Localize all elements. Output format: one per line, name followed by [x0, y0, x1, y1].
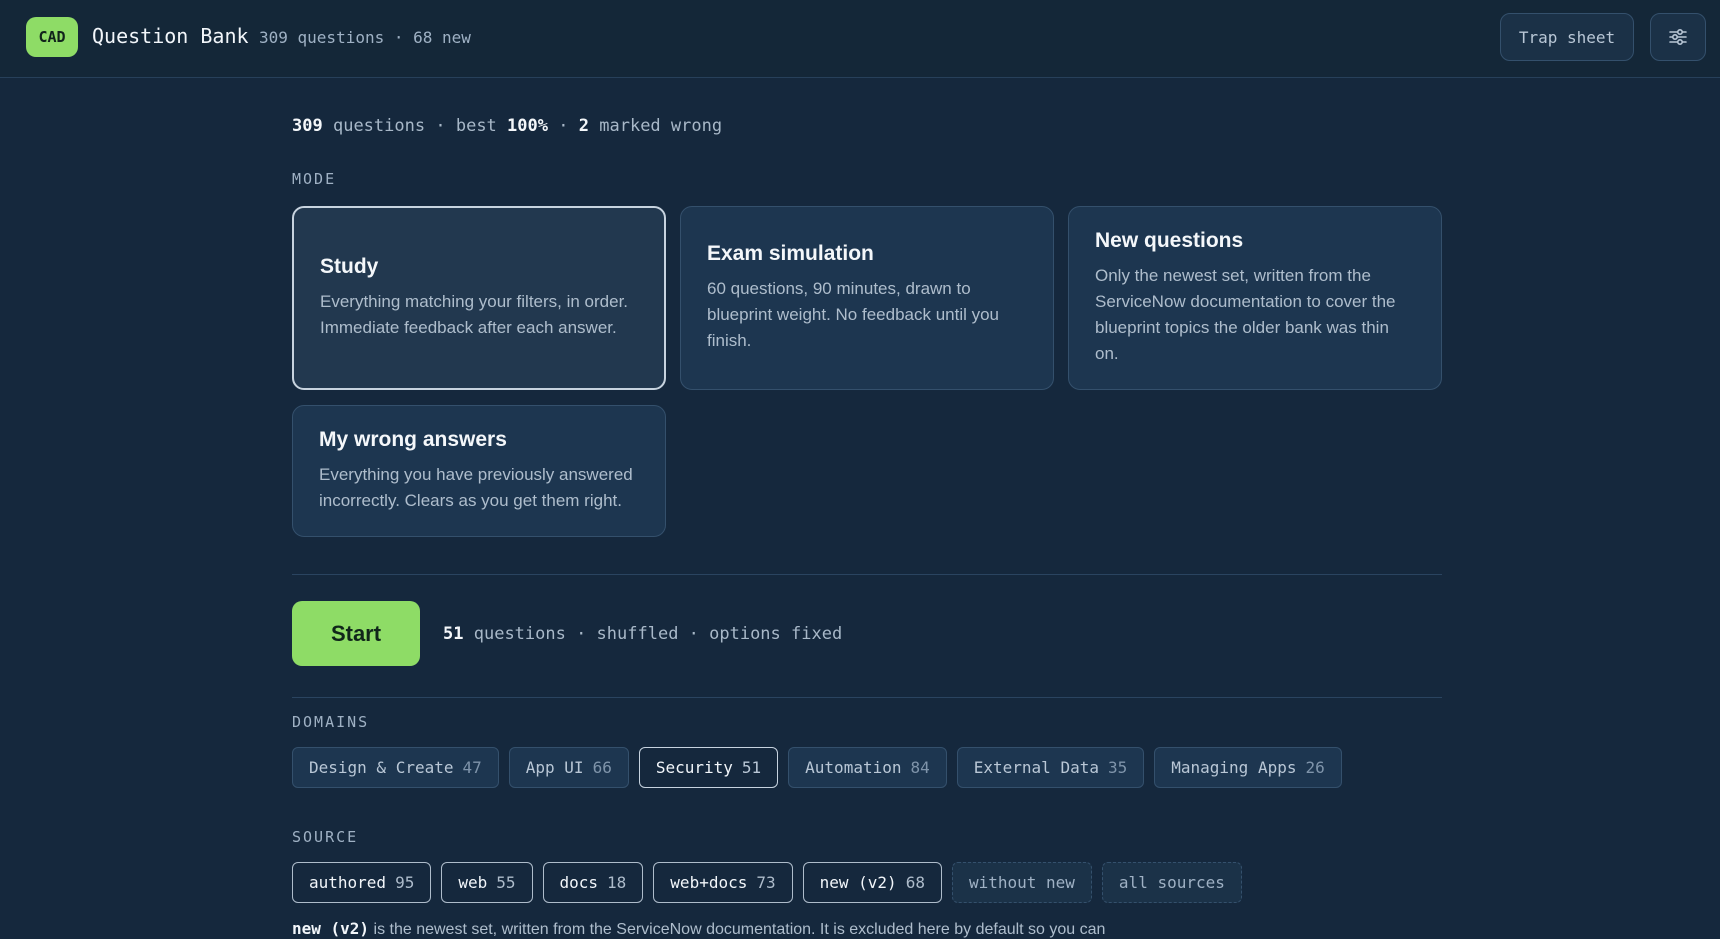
trap-sheet-button[interactable]: Trap sheet — [1500, 13, 1634, 61]
source-note-text: is the newest set, written from the Serv… — [369, 921, 1106, 938]
mode-card-new-questions[interactable]: New questions Only the newest set, writt… — [1068, 206, 1442, 390]
chip-count: 35 — [1107, 758, 1128, 777]
app-subtitle: 309 questions · 68 new — [259, 28, 471, 47]
start-button[interactable]: Start — [292, 601, 420, 666]
chip-label: Security — [655, 758, 733, 777]
chip-count: 95 — [395, 873, 415, 892]
chip-label: web+docs — [670, 873, 748, 892]
source-note: new (v2) is the newest set, written from… — [292, 919, 1105, 939]
chip-count: 55 — [496, 873, 516, 892]
mode-card-title: My wrong answers — [319, 428, 507, 451]
chip-count: 73 — [756, 873, 776, 892]
chip-count: 51 — [741, 758, 762, 777]
sliders-icon — [1669, 28, 1687, 46]
domain-chip-managing-apps[interactable]: Managing Apps 26 — [1154, 747, 1342, 788]
divider — [292, 697, 1442, 698]
domain-chip-design-create[interactable]: Design & Create 47 — [292, 747, 499, 788]
divider — [292, 574, 1442, 575]
chip-label: web — [458, 873, 488, 892]
chip-count: 18 — [607, 873, 627, 892]
source-chip-all-sources[interactable]: all sources — [1101, 862, 1242, 903]
chip-label: Automation — [805, 758, 902, 777]
mode-card-exam-simulation[interactable]: Exam simulation 60 questions, 90 minutes… — [680, 206, 1054, 390]
source-note-bold: new (v2) — [292, 919, 370, 938]
chip-label: authored — [309, 873, 387, 892]
chip-label: Design & Create — [309, 758, 454, 777]
stats-wrong-count: 2 — [578, 116, 589, 136]
stats-questions-label: questions — [332, 116, 426, 136]
mode-card-title: New questions — [1095, 229, 1244, 252]
chip-label: docs — [559, 873, 599, 892]
mode-label: MODE — [292, 170, 337, 188]
stats-best-value: 100% — [507, 116, 548, 136]
settings-button[interactable] — [1650, 13, 1706, 61]
source-chip-web-docs[interactable]: web+docs 73 — [653, 862, 793, 903]
chip-label: App UI — [525, 758, 584, 777]
chip-count: 66 — [592, 758, 612, 777]
source-chips: authored 95 web 55 docs 18 web+docs 73 n… — [292, 862, 1242, 903]
source-label: SOURCE — [292, 828, 359, 846]
mode-card-study[interactable]: Study Everything matching your filters, … — [292, 206, 666, 390]
stats-best-label: best — [455, 116, 497, 136]
chip-label: new (v2) — [819, 873, 897, 892]
mode-card-title: Exam simulation — [707, 242, 874, 265]
domain-chips: Design & Create 47 App UI 66 Security 51… — [292, 747, 1342, 788]
domain-chip-external-data[interactable]: External Data 35 — [956, 747, 1145, 788]
stats-questions-count: 309 — [292, 116, 323, 136]
source-chip-docs[interactable]: docs 18 — [542, 862, 644, 903]
chip-label: Managing Apps — [1171, 758, 1297, 777]
chip-count: 68 — [905, 873, 925, 892]
chip-count: 84 — [910, 758, 930, 777]
mode-card-title: Study — [320, 255, 379, 278]
source-chip-without-new[interactable]: without new — [951, 862, 1092, 903]
app-logo: CAD — [26, 17, 78, 57]
chip-label: External Data — [973, 758, 1099, 777]
stats-separator: · — [435, 116, 446, 136]
domains-label: DOMAINS — [292, 713, 370, 731]
mode-card-desc: 60 questions, 90 minutes, drawn to bluep… — [707, 279, 1000, 350]
domain-chip-automation[interactable]: Automation 84 — [788, 747, 947, 788]
source-chip-new-v2[interactable]: new (v2) 68 — [802, 862, 942, 903]
domain-chip-app-ui[interactable]: App UI 66 — [508, 747, 629, 788]
source-chip-web[interactable]: web 55 — [441, 862, 533, 903]
start-info: 51 questions · shuffled · options fixed — [443, 624, 842, 644]
start-count: 51 — [443, 624, 464, 644]
mode-card-desc: Only the newest set, written from the Se… — [1095, 266, 1396, 363]
mode-card-desc: Everything matching your filters, in ord… — [320, 292, 629, 337]
source-chip-authored[interactable]: authored 95 — [292, 862, 432, 903]
mode-card-wrong-answers[interactable]: My wrong answers Everything you have pre… — [292, 405, 666, 537]
domain-chip-security[interactable]: Security 51 — [638, 747, 779, 788]
app-title: Question Bank — [92, 24, 249, 48]
top-bar: CAD Question Bank 309 questions · 68 new… — [0, 0, 1720, 78]
stats-wrong-label: marked wrong — [599, 116, 723, 136]
start-info-text: questions · shuffled · options fixed — [473, 624, 843, 644]
chip-count: 47 — [462, 758, 482, 777]
stats-line: 309 questions · best 100% · 2 marked wro… — [292, 116, 722, 136]
stats-separator: · — [558, 116, 569, 136]
chip-count: 26 — [1305, 758, 1325, 777]
mode-card-desc: Everything you have previously answered … — [319, 465, 633, 510]
